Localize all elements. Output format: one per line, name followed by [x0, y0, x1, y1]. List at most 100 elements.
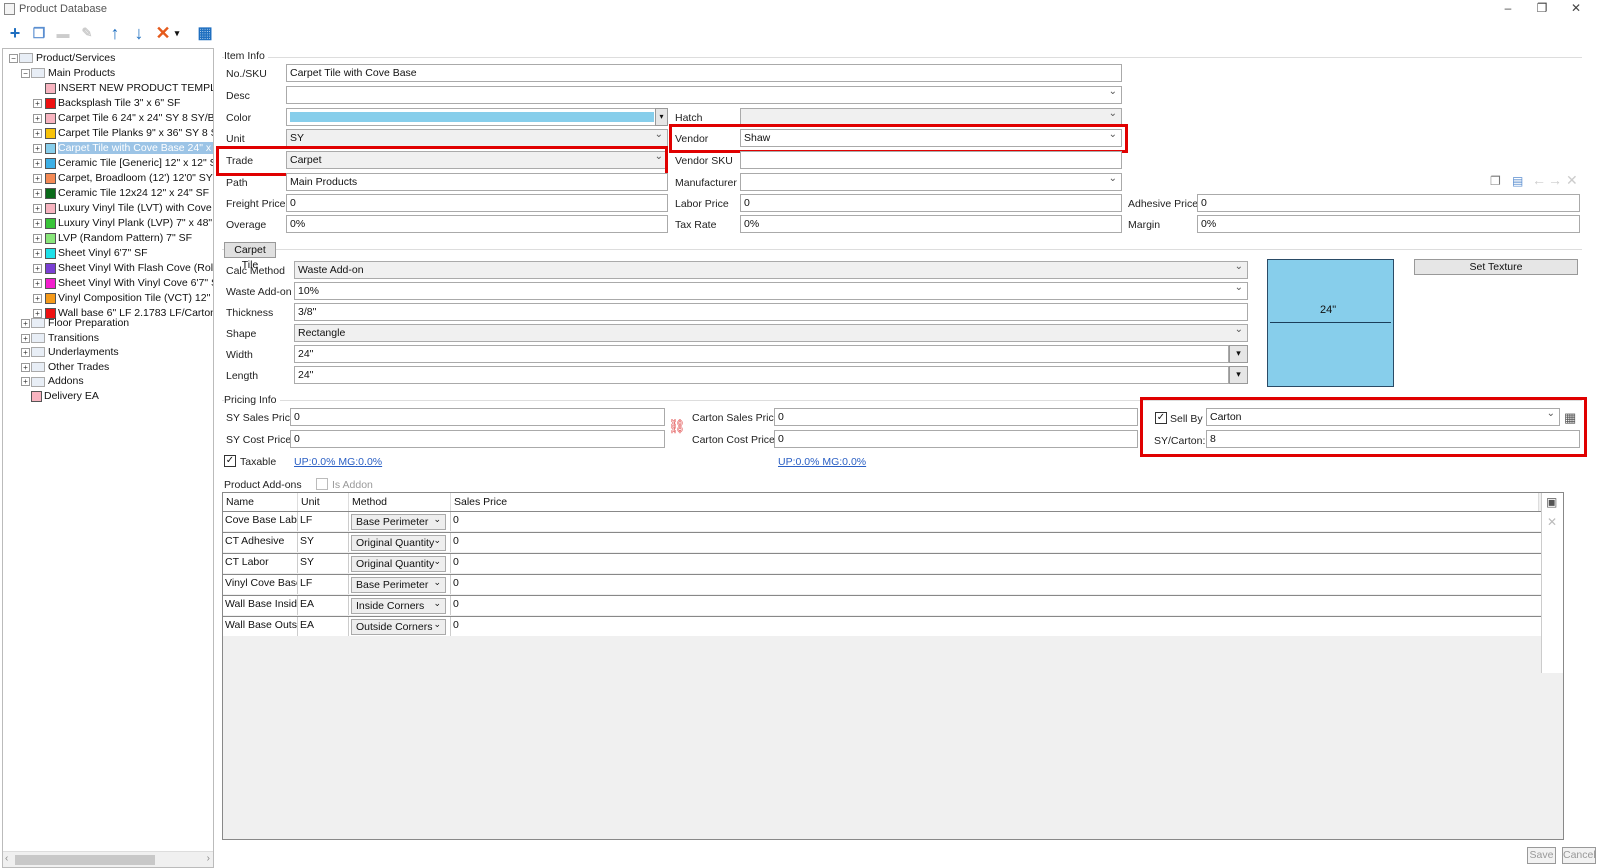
- copy-icon[interactable]: ❐: [1490, 174, 1501, 188]
- sy-cost-input[interactable]: 0: [290, 430, 665, 448]
- method-select[interactable]: Base Perimeter: [351, 575, 446, 593]
- width-input[interactable]: 24": [294, 345, 1229, 363]
- length-input[interactable]: 24": [294, 366, 1229, 384]
- grid-edit-icon[interactable]: ▣: [1546, 495, 1557, 509]
- method-select[interactable]: Base Perimeter: [351, 512, 446, 530]
- horizontal-scrollbar[interactable]: ‹ ›: [3, 851, 213, 867]
- expand-icon[interactable]: +: [33, 294, 42, 303]
- expand-icon[interactable]: +: [33, 129, 42, 138]
- desc-input[interactable]: [286, 86, 1122, 104]
- path-input[interactable]: Main Products: [286, 173, 668, 191]
- restore-button[interactable]: ❐: [1528, 1, 1556, 17]
- tree-main-products[interactable]: Main Products: [31, 66, 115, 81]
- width-dropdown-icon[interactable]: ▾: [1229, 345, 1248, 363]
- labor-input[interactable]: 0: [740, 194, 1122, 212]
- expand-icon[interactable]: +: [33, 114, 42, 123]
- sku-input[interactable]: Carpet Tile with Cove Base: [286, 64, 1122, 82]
- table-row[interactable]: Wall Base OutsiEAOutside Corners 0: [223, 616, 1541, 636]
- margin-input[interactable]: 0%: [1197, 215, 1580, 233]
- method-select[interactable]: Outside Corners: [351, 617, 446, 635]
- collapse-icon[interactable]: −: [9, 54, 18, 63]
- tree-item[interactable]: Carpet, Broadloom (12') 12'0" SY: [45, 171, 213, 186]
- shape-select[interactable]: Rectangle: [294, 324, 1248, 342]
- markup-link-carton[interactable]: UP:0.0% MG:0.0%: [778, 456, 866, 468]
- tree-item[interactable]: Ceramic Tile [Generic] 12" x 12" SF: [45, 156, 213, 171]
- cell-unit[interactable]: EA: [298, 596, 349, 615]
- cell-unit[interactable]: SY: [298, 533, 349, 552]
- tree-item[interactable]: Luxury Vinyl Plank (LVP) 7" x 48" SF: [45, 216, 213, 231]
- tree-item[interactable]: Carpet Tile Planks 9" x 36" SY 8 SY/I: [45, 126, 213, 141]
- save-button[interactable]: Save: [1527, 847, 1556, 864]
- expand-icon[interactable]: +: [33, 234, 42, 243]
- grid-icon[interactable]: ▦: [194, 22, 216, 44]
- cell-unit[interactable]: EA: [298, 617, 349, 636]
- unit-select[interactable]: SY: [286, 129, 668, 147]
- expand-icon[interactable]: +: [33, 264, 42, 273]
- tab-carpet-tile[interactable]: Carpet Tile: [224, 242, 276, 271]
- product-tree[interactable]: − Product/Services − Main Products INSER…: [2, 48, 214, 868]
- tree-item[interactable]: LVP (Random Pattern) 7" SF: [45, 231, 192, 246]
- tree-item[interactable]: Vinyl Composition Tile (VCT) 12" x 1: [45, 291, 213, 306]
- tree-group[interactable]: Other Trades: [31, 360, 109, 375]
- table-row[interactable]: CT AdhesiveSYOriginal Quantity 0: [223, 532, 1541, 552]
- tree-group[interactable]: Addons: [31, 374, 84, 389]
- cell-name[interactable]: Wall Base Outsi: [223, 617, 298, 636]
- taxable-checkbox[interactable]: ✓: [224, 455, 236, 467]
- tree-item[interactable]: Carpet Tile with Cove Base 24" x 24": [45, 141, 213, 156]
- expand-icon[interactable]: +: [33, 279, 42, 288]
- collapse-icon[interactable]: −: [21, 69, 30, 78]
- expand-icon[interactable]: +: [33, 159, 42, 168]
- expand-icon[interactable]: +: [21, 333, 30, 343]
- arrow-right-icon[interactable]: →: [1548, 172, 1562, 188]
- expand-icon[interactable]: +: [21, 348, 30, 358]
- cell-name[interactable]: Vinyl Cove Base: [223, 575, 298, 594]
- folder-icon[interactable]: ▬: [52, 22, 74, 44]
- cell-unit[interactable]: LF: [298, 512, 349, 531]
- edit-icon[interactable]: ✎: [76, 22, 98, 44]
- delete-icon[interactable]: ✕: [152, 22, 174, 44]
- expand-icon[interactable]: +: [33, 174, 42, 183]
- table-row[interactable]: Wall Base InsideEAInside Corners 0: [223, 595, 1541, 615]
- tree-group[interactable]: Transitions: [31, 331, 99, 346]
- expand-icon[interactable]: +: [33, 204, 42, 213]
- table-row[interactable]: CT LaborSYOriginal Quantity 0: [223, 553, 1541, 573]
- method-select[interactable]: Inside Corners: [351, 596, 446, 614]
- tree-item-delivery[interactable]: Delivery EA: [31, 389, 99, 404]
- close-window-button[interactable]: ✕: [1562, 1, 1590, 17]
- expand-icon[interactable]: +: [21, 319, 30, 328]
- close-icon[interactable]: ✕: [1566, 172, 1578, 189]
- header-name[interactable]: Name: [223, 493, 298, 511]
- scrollbar-thumb[interactable]: [15, 855, 155, 865]
- expand-icon[interactable]: +: [33, 144, 42, 153]
- arrow-left-icon[interactable]: ←: [1532, 172, 1546, 188]
- tax-input[interactable]: 0%: [740, 215, 1122, 233]
- add-icon[interactable]: +: [4, 22, 26, 44]
- manufacturer-select[interactable]: [740, 173, 1122, 191]
- tree-group[interactable]: Underlayments: [31, 345, 119, 360]
- table-row[interactable]: Cove Base LaboLFBase Perimeter 0: [223, 511, 1541, 531]
- set-texture-button[interactable]: Set Texture: [1414, 259, 1578, 275]
- freight-input[interactable]: 0: [286, 194, 668, 212]
- delete-dropdown-icon[interactable]: ▾: [172, 22, 182, 44]
- scroll-left-icon[interactable]: ‹: [5, 853, 8, 864]
- cell-sales-price[interactable]: 0: [451, 554, 1539, 573]
- cell-sales-price[interactable]: 0: [451, 596, 1539, 615]
- carton-cost-input[interactable]: 0: [774, 430, 1138, 448]
- carton-sales-input[interactable]: 0: [774, 408, 1138, 426]
- adhesive-input[interactable]: 0: [1197, 194, 1580, 212]
- calc-method-select[interactable]: Waste Add-on: [294, 261, 1248, 279]
- waste-select[interactable]: 10%: [294, 282, 1248, 300]
- header-unit[interactable]: Unit: [298, 493, 349, 511]
- copy-icon[interactable]: ❐: [28, 22, 50, 44]
- markup-link-sy[interactable]: UP:0.0% MG:0.0%: [294, 456, 382, 468]
- sy-sales-input[interactable]: 0: [290, 408, 665, 426]
- vendor-sku-input[interactable]: [740, 151, 1122, 169]
- grid-delete-icon[interactable]: ✕: [1547, 515, 1557, 529]
- tree-item[interactable]: Carpet Tile 6 24" x 24" SY 8 SY/Box: [45, 111, 213, 126]
- method-select[interactable]: Original Quantity: [351, 554, 446, 572]
- expand-icon[interactable]: +: [33, 249, 42, 258]
- scroll-right-icon[interactable]: ›: [207, 853, 210, 864]
- cancel-button[interactable]: Cancel: [1562, 847, 1596, 864]
- cell-unit[interactable]: LF: [298, 575, 349, 594]
- calendar-icon[interactable]: ▤: [1512, 174, 1523, 188]
